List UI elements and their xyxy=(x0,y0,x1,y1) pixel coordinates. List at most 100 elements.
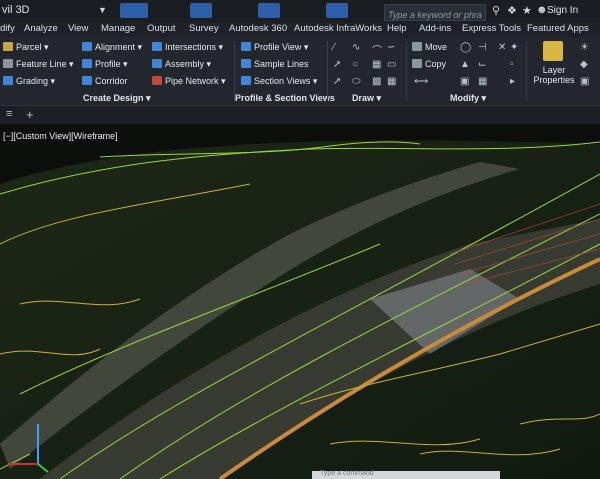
profile-section-group-label[interactable]: Profile & Section Views xyxy=(235,93,335,103)
sample-lines-icon xyxy=(241,59,251,68)
trim-icon[interactable]: ⊣ xyxy=(478,42,487,53)
polyline-icon[interactable]: ∿ xyxy=(352,42,360,53)
quick-access-icon[interactable] xyxy=(120,3,148,18)
array-icon[interactable]: ▦ xyxy=(478,76,487,87)
ribbon-separator xyxy=(406,41,407,101)
spline-icon[interactable]: ∽ xyxy=(387,42,395,53)
grading-icon xyxy=(3,76,13,85)
quick-access-icon[interactable] xyxy=(326,3,348,18)
parcel-icon xyxy=(3,42,13,51)
menu-item-output[interactable]: Output xyxy=(147,23,176,34)
mirror-icon[interactable]: ▲ xyxy=(460,59,470,70)
menu-item-modify[interactable]: dify xyxy=(0,23,15,34)
scale-icon[interactable]: ▣ xyxy=(460,76,469,87)
copy-button[interactable]: Copy xyxy=(412,59,446,69)
quick-access-icon[interactable] xyxy=(190,3,212,18)
command-line-placeholder: Type a command xyxy=(320,470,374,477)
menu-item-express-tools[interactable]: Express Tools xyxy=(462,23,521,34)
ribbon-separator xyxy=(526,41,527,101)
grading-button[interactable]: Grading ▾ xyxy=(3,76,55,87)
menu-item-view[interactable]: View xyxy=(68,23,88,34)
offset-icon[interactable]: ▫ xyxy=(510,59,514,70)
stretch-icon[interactable]: ⟷ xyxy=(414,76,428,87)
menu-item-add-ins[interactable]: Add-ins xyxy=(419,23,451,34)
erase-icon[interactable]: ✕ xyxy=(498,42,506,53)
search-input[interactable] xyxy=(385,7,485,23)
profile-button[interactable]: Profile ▾ xyxy=(82,59,128,70)
quick-access-icon[interactable] xyxy=(258,3,280,18)
binoculars-icon[interactable]: ❖ xyxy=(507,4,517,17)
ellipse-icon[interactable]: ⬭ xyxy=(352,76,361,87)
leader-icon[interactable]: ➚ xyxy=(333,76,341,87)
intersections-icon xyxy=(152,42,162,51)
corridor-icon xyxy=(82,76,92,85)
hatch-icon[interactable]: ▦ xyxy=(372,59,381,70)
civil3d-window: vil 3D ▼ ⚲ ❖ ★ ☻ Sign In dify Analyze Vi… xyxy=(0,0,600,479)
search-icon[interactable]: ⚲ xyxy=(492,4,500,17)
corridor-button[interactable]: Corridor xyxy=(82,76,128,86)
workspace-dropdown-icon[interactable]: ▼ xyxy=(98,5,107,15)
ribbon-separator xyxy=(327,41,328,101)
menu-item-survey[interactable]: Survey xyxy=(189,23,219,34)
title-bar: vil 3D ▼ ⚲ ❖ ★ ☻ Sign In xyxy=(0,0,600,23)
section-views-button[interactable]: Section Views ▾ xyxy=(241,76,317,87)
feature-line-icon xyxy=(3,59,13,68)
menu-item-manage[interactable]: Manage xyxy=(101,23,135,34)
ribbon-panel: Parcel ▾ Feature Line ▾ Grading ▾ Alignm… xyxy=(0,37,600,105)
explode-icon[interactable]: ✦ xyxy=(510,42,518,53)
copy-icon xyxy=(412,59,422,68)
pointer-icon[interactable]: ➚ xyxy=(333,59,341,70)
sign-in-link[interactable]: Sign In xyxy=(547,5,578,16)
line-icon[interactable]: ⁄ xyxy=(333,42,335,53)
file-tab-bar: ≡ + xyxy=(0,105,600,125)
parcel-button[interactable]: Parcel ▾ xyxy=(3,42,49,53)
app-title: vil 3D xyxy=(2,4,30,16)
light-bulb-icon[interactable]: ☀ xyxy=(580,42,589,53)
layer-properties-icon[interactable] xyxy=(543,41,563,61)
rectangle-icon[interactable]: ▭ xyxy=(387,59,396,70)
assembly-icon xyxy=(152,59,162,68)
create-design-group-label[interactable]: Create Design ▾ xyxy=(83,93,151,104)
menu-item-autodesk-360[interactable]: Autodesk 360 xyxy=(229,23,287,34)
profile-view-button[interactable]: Profile View ▾ xyxy=(241,42,308,53)
layer-properties-button[interactable]: Layer Properties xyxy=(532,65,576,85)
tabs-menu-icon[interactable]: ≡ xyxy=(6,108,12,120)
layer-freeze-icon[interactable]: ◆ xyxy=(580,59,588,70)
alignment-icon xyxy=(82,42,92,51)
ribbon-separator xyxy=(234,41,235,101)
profile-view-icon xyxy=(241,42,251,51)
feature-line-button[interactable]: Feature Line ▾ xyxy=(3,59,74,70)
sample-lines-button[interactable]: Sample Lines xyxy=(241,59,309,69)
intersections-button[interactable]: Intersections ▾ xyxy=(152,42,223,53)
profile-icon xyxy=(82,59,92,68)
draw-group-label[interactable]: Draw ▾ xyxy=(352,93,381,104)
alignment-button[interactable]: Alignment ▾ xyxy=(82,42,142,53)
menu-item-analyze[interactable]: Analyze xyxy=(24,23,58,34)
search-box[interactable] xyxy=(384,4,486,23)
arc-icon[interactable]: ⌒ xyxy=(372,42,382,57)
menu-item-help[interactable]: Help xyxy=(387,23,407,34)
command-line[interactable]: Type a command xyxy=(312,470,500,479)
move-button[interactable]: Move xyxy=(412,42,447,52)
modify-group-label[interactable]: Modify ▾ xyxy=(450,93,486,104)
view-controls-label[interactable]: [−][Custom View][Wireframe] xyxy=(3,131,118,141)
plus-icon[interactable]: + xyxy=(26,107,34,122)
join-icon[interactable]: ▸ xyxy=(510,76,515,87)
section-views-icon xyxy=(241,76,251,85)
move-icon xyxy=(412,42,422,51)
layer-lock-icon[interactable]: ▣ xyxy=(580,76,589,87)
gradient-icon[interactable]: ▩ xyxy=(372,76,381,87)
menu-item-featured-apps[interactable]: Featured Apps xyxy=(527,23,589,34)
fillet-icon[interactable]: ⌙ xyxy=(478,59,486,70)
drawing-viewport[interactable]: [−][Custom View][Wireframe] xyxy=(0,124,600,479)
rotate-icon[interactable]: ◯ xyxy=(460,42,471,53)
table-icon[interactable]: ▦ xyxy=(387,76,396,87)
menu-bar: dify Analyze View Manage Output Survey A… xyxy=(0,22,600,38)
pipe-network-button[interactable]: Pipe Network ▾ xyxy=(152,76,226,87)
circle-icon[interactable]: ○ xyxy=(352,59,358,70)
user-icon[interactable]: ☻ xyxy=(536,4,548,16)
pipe-network-icon xyxy=(152,76,162,85)
menu-item-infraworks[interactable]: Autodesk InfraWorks xyxy=(294,23,382,34)
star-icon[interactable]: ★ xyxy=(522,4,532,17)
assembly-button[interactable]: Assembly ▾ xyxy=(152,59,211,70)
